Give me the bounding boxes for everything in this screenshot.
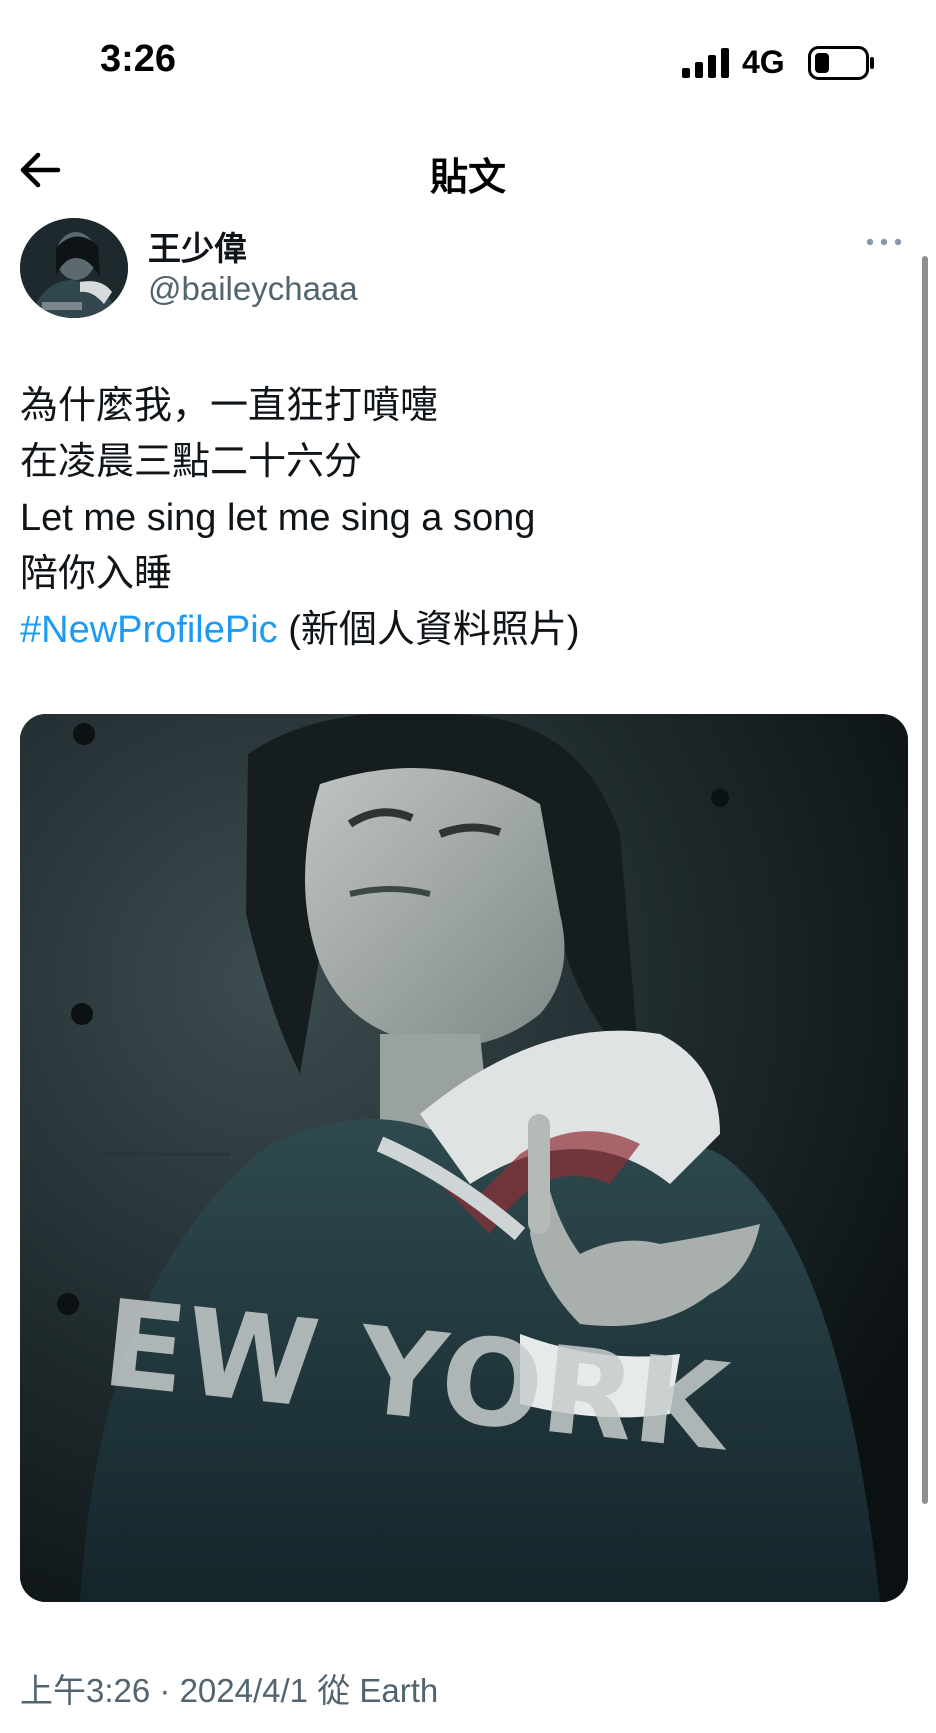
tweet-date: 2024/4/1 — [179, 1672, 309, 1709]
cellular-signal-icon — [682, 48, 729, 78]
tweet-source[interactable]: Earth — [359, 1672, 438, 1709]
app-header: 貼文 — [0, 130, 936, 210]
hashtag-link[interactable]: #NewProfilePic — [20, 609, 278, 651]
more-horizontal-icon — [866, 238, 902, 246]
hashtag-translation: (新個人資料照片) — [288, 609, 580, 651]
tweet-line: 陪你入睡 — [20, 553, 173, 595]
scrollbar[interactable] — [922, 256, 928, 1504]
author-name[interactable]: 王少偉 — [148, 222, 247, 270]
tweet-line: 在凌晨三點二十六分 — [20, 441, 363, 483]
tweet-media-image[interactable]: EW YORK — [20, 714, 908, 1602]
tweet-meta: 上午3:26 · 2024/4/1 從 Earth — [20, 1664, 438, 1712]
tweet-time: 上午3:26 — [20, 1672, 151, 1709]
hashtag-line: #NewProfilePic (新個人資料照片) — [20, 602, 900, 658]
avatar-photo — [20, 218, 128, 318]
profile-photo: EW YORK — [20, 714, 908, 1602]
page-title: 貼文 — [429, 155, 506, 199]
avatar[interactable] — [20, 218, 128, 318]
tweet-line: Let me sing let me sing a song — [20, 497, 536, 539]
author-handle[interactable]: @baileychaaa — [148, 270, 358, 308]
source-prefix: 從 — [317, 1672, 351, 1709]
status-bar: 3:26 4G — [0, 0, 936, 130]
status-time: 3:26 — [100, 38, 177, 80]
network-type-label: 4G — [742, 44, 785, 80]
battery-low-icon — [808, 46, 874, 80]
tweet-line: 為什麼我，一直狂打噴嚏 — [20, 385, 439, 427]
more-options-button[interactable] — [864, 232, 904, 252]
meta-separator: · — [159, 1672, 171, 1709]
tweet-text: 為什麼我，一直狂打噴嚏 在凌晨三點二十六分 Let me sing let me… — [20, 378, 900, 658]
